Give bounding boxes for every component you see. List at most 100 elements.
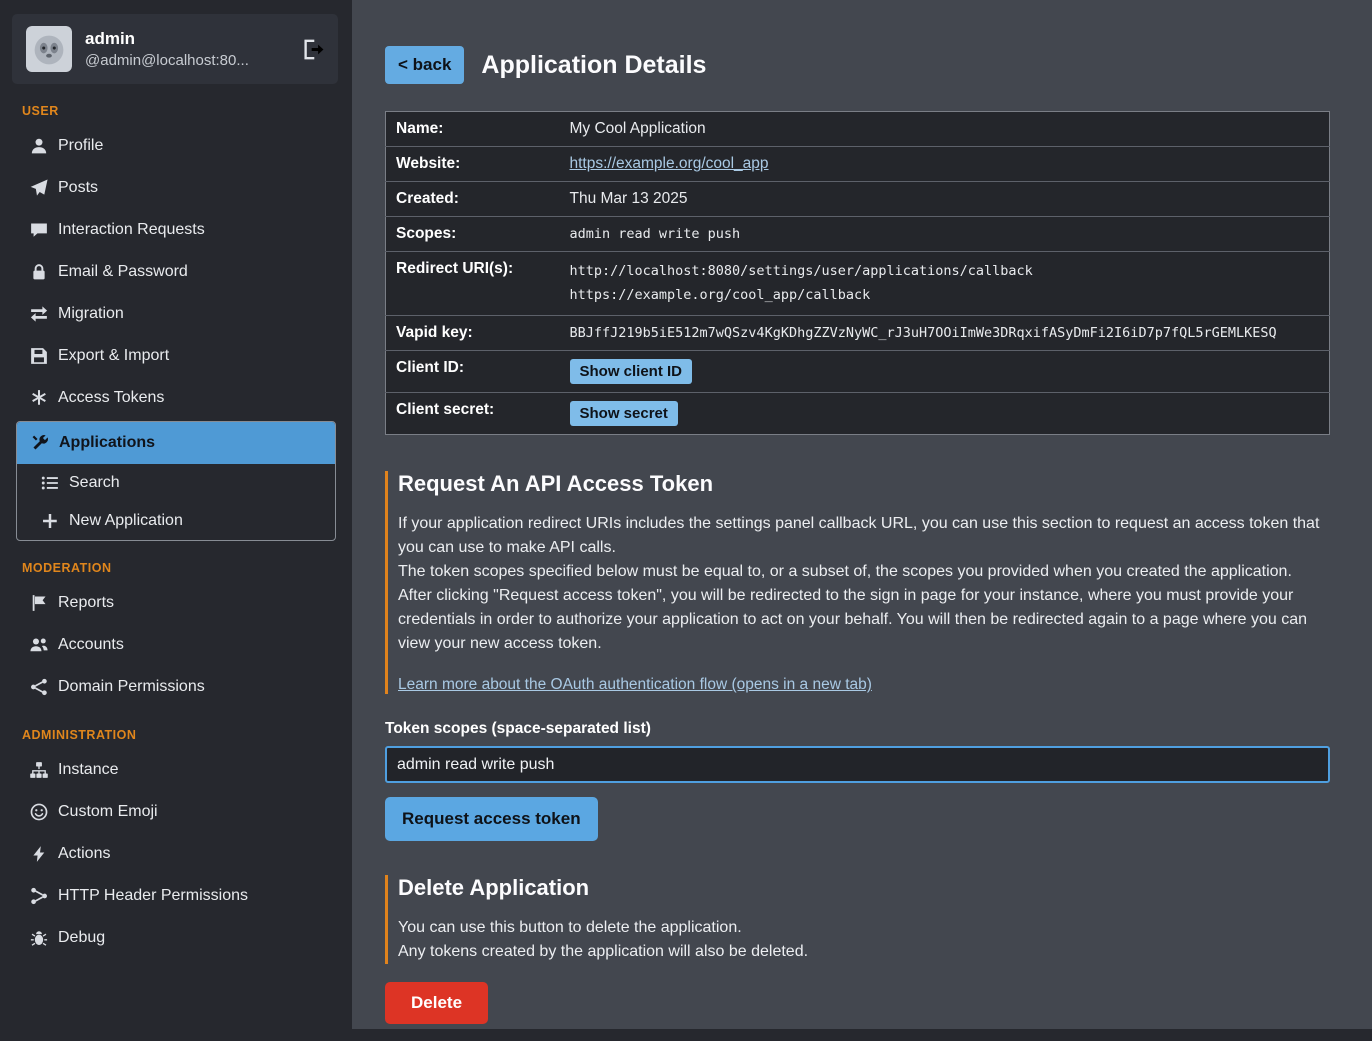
user-card[interactable]: admin @admin@localhost:80... [12, 14, 338, 84]
request-token-title: Request An API Access Token [398, 471, 1330, 497]
sidebar-item-label: Access Tokens [58, 389, 164, 407]
sidebar-item-email-password[interactable]: Email & Password [10, 251, 342, 293]
detail-row-client-secret: Client secret: Show secret [386, 393, 1330, 435]
detail-value: admin read write push [562, 217, 1330, 252]
sidebar: admin @admin@localhost:80... USER Profil… [0, 0, 352, 1041]
sidebar-item-label: Search [69, 474, 120, 492]
delete-paragraph-2: Any tokens created by the application wi… [398, 940, 1330, 964]
delete-application-title: Delete Application [398, 875, 1330, 901]
share-nodes-icon [30, 887, 48, 905]
app-root: admin @admin@localhost:80... USER Profil… [0, 0, 1372, 1041]
show-secret-button[interactable]: Show secret [570, 401, 678, 426]
detail-value: Show secret [562, 393, 1330, 435]
sidebar-item-label: Email & Password [58, 263, 188, 281]
sidebar-group-applications: Applications Search New Application [16, 421, 336, 541]
website-link[interactable]: https://example.org/cool_app [570, 155, 769, 172]
sidebar-item-label: Reports [58, 594, 114, 612]
sidebar-item-profile[interactable]: Profile [10, 125, 342, 167]
sidebar-item-label: Interaction Requests [58, 221, 205, 239]
sidebar-item-export-import[interactable]: Export & Import [10, 335, 342, 377]
sign-out-icon[interactable] [303, 39, 324, 60]
detail-value: Thu Mar 13 2025 [562, 182, 1330, 217]
sidebar-item-instance[interactable]: Instance [10, 749, 342, 791]
request-access-token-button[interactable]: Request access token [385, 797, 598, 841]
detail-label: Scopes: [386, 217, 562, 252]
token-scopes-label: Token scopes (space-separated list) [385, 720, 1330, 738]
delete-button[interactable]: Delete [385, 982, 488, 1024]
sidebar-item-label: New Application [69, 512, 183, 530]
comment-icon [30, 221, 48, 239]
sidebar-item-reports[interactable]: Reports [10, 582, 342, 624]
request-token-paragraph-3: After clicking "Request access token", y… [398, 584, 1330, 656]
nav-section-user: USER [22, 104, 330, 118]
detail-value: Show client ID [562, 351, 1330, 393]
avatar [26, 26, 72, 72]
oauth-docs-link[interactable]: Learn more about the OAuth authenticatio… [398, 676, 872, 694]
token-scopes-input[interactable] [385, 746, 1330, 783]
page-title: Application Details [481, 51, 706, 80]
exchange-arrows-icon [30, 305, 48, 323]
user-handle: @admin@localhost:80... [85, 52, 249, 69]
sidebar-item-posts[interactable]: Posts [10, 167, 342, 209]
sitemap-icon [30, 761, 48, 779]
sidebar-item-accounts[interactable]: Accounts [10, 624, 342, 666]
smile-icon [30, 803, 48, 821]
detail-value: BBJffJ219b5iE512m7wQSzv4KgKDhgZZVzNyWC_r… [562, 316, 1330, 351]
detail-label: Website: [386, 147, 562, 182]
detail-label: Vapid key: [386, 316, 562, 351]
nav-section-moderation: MODERATION [22, 561, 330, 575]
detail-value: https://example.org/cool_app [562, 147, 1330, 182]
sidebar-item-custom-emoji[interactable]: Custom Emoji [10, 791, 342, 833]
detail-label: Created: [386, 182, 562, 217]
detail-label: Client ID: [386, 351, 562, 393]
asterisk-icon [30, 389, 48, 407]
nav-section-administration: ADMINISTRATION [22, 728, 330, 742]
user-name: admin [85, 29, 249, 49]
detail-row-client-id: Client ID: Show client ID [386, 351, 1330, 393]
main-content: < back Application Details Name: My Cool… [352, 0, 1372, 1029]
request-token-paragraph-2: The token scopes specified below must be… [398, 560, 1330, 584]
sidebar-item-applications[interactable]: Applications [17, 422, 335, 464]
detail-row-website: Website: https://example.org/cool_app [386, 147, 1330, 182]
sidebar-item-label: Debug [58, 929, 105, 947]
detail-value: http://localhost:8080/settings/user/appl… [562, 252, 1330, 316]
sidebar-item-migration[interactable]: Migration [10, 293, 342, 335]
sidebar-item-label: Profile [58, 137, 103, 155]
detail-row-name: Name: My Cool Application [386, 112, 1330, 147]
redirect-uri-2: https://example.org/cool_app/callback [570, 284, 1322, 308]
back-button[interactable]: < back [385, 46, 464, 84]
nav-administration: Instance Custom Emoji Actions HTTP Heade… [10, 749, 342, 959]
user-meta: admin @admin@localhost:80... [85, 29, 249, 69]
users-icon [30, 636, 48, 654]
save-icon [30, 347, 48, 365]
sidebar-item-label: Applications [59, 434, 155, 452]
paper-plane-icon [30, 179, 48, 197]
sidebar-item-label: Instance [58, 761, 118, 779]
detail-row-redirect-uris: Redirect URI(s): http://localhost:8080/s… [386, 252, 1330, 316]
sidebar-item-debug[interactable]: Debug [10, 917, 342, 959]
sidebar-item-access-tokens[interactable]: Access Tokens [10, 377, 342, 419]
detail-value: My Cool Application [562, 112, 1330, 147]
request-token-paragraph-1: If your application redirect URIs includ… [398, 512, 1330, 560]
user-icon [30, 137, 48, 155]
sidebar-item-domain-permissions[interactable]: Domain Permissions [10, 666, 342, 708]
network-nodes-icon [30, 678, 48, 696]
sidebar-item-applications-search[interactable]: Search [17, 464, 335, 502]
sidebar-item-label: HTTP Header Permissions [58, 887, 248, 905]
flag-icon [30, 594, 48, 612]
bug-icon [30, 929, 48, 947]
sidebar-item-http-header-permissions[interactable]: HTTP Header Permissions [10, 875, 342, 917]
application-details-table: Name: My Cool Application Website: https… [385, 111, 1330, 435]
sidebar-item-label: Posts [58, 179, 98, 197]
sidebar-item-interaction-requests[interactable]: Interaction Requests [10, 209, 342, 251]
detail-label: Name: [386, 112, 562, 147]
show-client-id-button[interactable]: Show client ID [570, 359, 693, 384]
sidebar-item-label: Accounts [58, 636, 124, 654]
sidebar-item-actions[interactable]: Actions [10, 833, 342, 875]
sidebar-item-new-application[interactable]: New Application [17, 502, 335, 540]
sidebar-item-label: Domain Permissions [58, 678, 205, 696]
redirect-uri-1: http://localhost:8080/settings/user/appl… [570, 260, 1322, 284]
detail-row-scopes: Scopes: admin read write push [386, 217, 1330, 252]
detail-row-vapid-key: Vapid key: BBJffJ219b5iE512m7wQSzv4KgKDh… [386, 316, 1330, 351]
sidebar-item-label: Custom Emoji [58, 803, 158, 821]
